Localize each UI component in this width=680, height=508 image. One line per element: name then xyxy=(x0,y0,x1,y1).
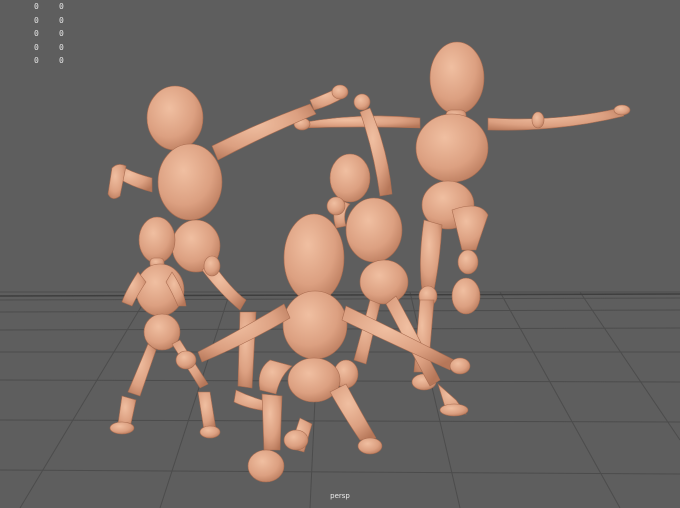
hud-value: 0 xyxy=(59,15,64,25)
grid-axis-line xyxy=(0,293,680,297)
hud-value: 0 xyxy=(34,56,39,65)
hud-value: 0 xyxy=(34,2,39,11)
hud-value: 0 xyxy=(59,29,64,38)
hud-value: 0 xyxy=(59,2,64,11)
hud-row: 00 xyxy=(34,27,84,41)
hud-stats: 00 00 00 00 00 xyxy=(34,0,84,68)
hud-row: 00 xyxy=(34,41,84,55)
camera-label: persp xyxy=(330,492,350,500)
hud-row: 00 xyxy=(34,54,84,68)
hud-value: 0 xyxy=(34,15,39,25)
hud-row: 00 xyxy=(34,0,84,14)
hud-value: 0 xyxy=(34,29,39,38)
hud-value: 0 xyxy=(59,42,64,52)
hud-value: 0 xyxy=(34,42,39,52)
hud-value: 0 xyxy=(59,56,64,65)
hud-row: 00 xyxy=(34,14,84,28)
scene-canvas[interactable] xyxy=(0,0,680,508)
perspective-viewport[interactable]: 00 00 00 00 00 persp xyxy=(0,0,680,508)
